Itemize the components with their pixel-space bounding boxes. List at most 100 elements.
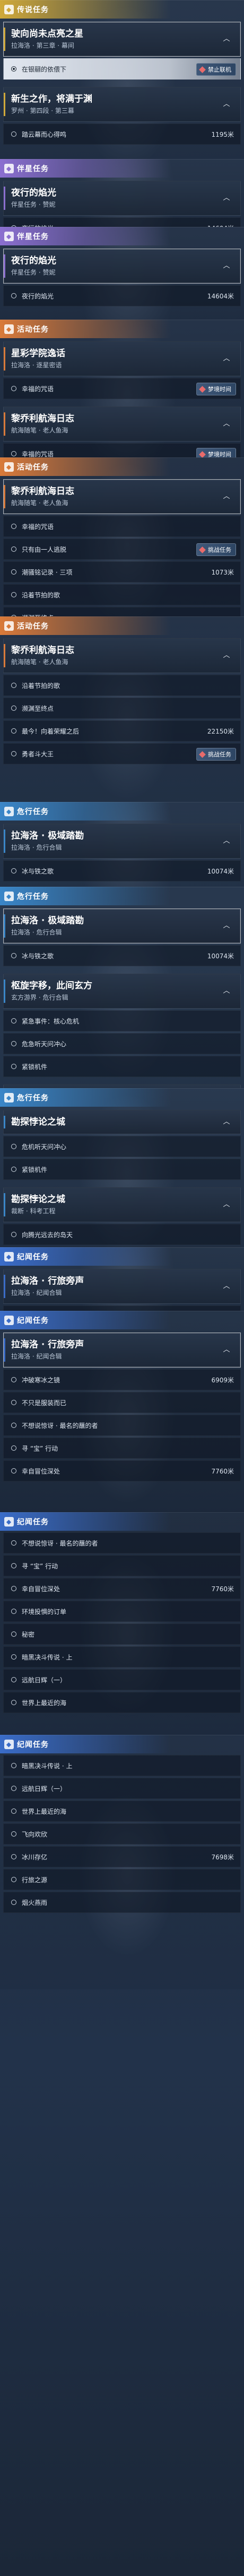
quest-step-row[interactable]: 幸福的咒语 梦境时间	[3, 443, 241, 457]
quest-card[interactable]: 驶向尚未点亮之星 拉海洛 · 第三章 · 幕间 ︿	[3, 22, 241, 57]
category-title: 活动任务	[17, 325, 49, 334]
step-radio-icon	[11, 66, 16, 72]
quest-step-row[interactable]: 幸福的咒语	[3, 516, 241, 537]
quest-step-row[interactable]: 夜行的焰光14604米	[3, 217, 241, 227]
quest-step-row[interactable]: 在银翮的依偎下 禁止联机	[3, 58, 241, 80]
category-header[interactable]: ◆ 纪闻任务	[0, 1311, 244, 1329]
category-header[interactable]: ◆ 活动任务	[0, 616, 244, 635]
tag-badge[interactable]: 挑战任务	[196, 748, 236, 761]
quest-card[interactable]: 拉海洛 · 行旅旁声 拉海洛 · 纪闻合辑 ︿	[3, 1333, 241, 1368]
chevron-up-icon[interactable]: ︿	[220, 98, 233, 111]
chevron-up-icon[interactable]: ︿	[220, 1280, 233, 1293]
quest-step-row[interactable]: 紧急事件：核心危机	[3, 1010, 241, 1031]
quest-card[interactable]: 新生之作，将满于渊 罗州 · 第四段 · 第三幕 ︿	[3, 87, 241, 122]
quest-step-row[interactable]: 幸自冒位深处 7760米	[3, 1578, 241, 1599]
step-radio-icon	[11, 1064, 16, 1069]
category-header[interactable]: ◆ 伴星任务	[0, 159, 244, 178]
quest-step-row[interactable]: 冰与铁之歌 10074米	[3, 860, 241, 881]
quest-step-row[interactable]: 只有由一人逃脱 挑战任务	[3, 539, 241, 560]
quest-step-row[interactable]: 向腾光远去的岛天	[3, 1224, 241, 1245]
quest-card[interactable]: 拉海洛 · 极域踏勘 拉海洛 · 危行合辑 ︿	[3, 824, 241, 859]
quest-title: 拉海洛 · 行旅旁声	[11, 1276, 84, 1286]
chevron-up-icon[interactable]: ︿	[220, 1344, 233, 1356]
quest-step-row[interactable]: 不只是服装而已	[3, 1392, 241, 1413]
quest-card[interactable]: 夜行的焰光 伴星任务 · 赞妮 ︿	[3, 249, 241, 284]
category-header[interactable]: ◆ 危行任务	[0, 1088, 244, 1107]
quest-title: 夜行的焰光	[11, 255, 56, 266]
category-header[interactable]: ◆ 纪闻任务	[0, 1512, 244, 1531]
tag-badge[interactable]: 禁止联机	[196, 63, 236, 76]
quest-step-row[interactable]: 紧锁机件	[3, 1056, 241, 1077]
category-header[interactable]: ◆ 伴星任务	[0, 227, 244, 245]
chevron-up-icon[interactable]: ︿	[220, 260, 233, 272]
quest-step-row[interactable]: 危机听天问冲心	[3, 1136, 241, 1157]
quest-step-row[interactable]: 夜行的焰光14604米	[3, 285, 241, 306]
quest-step-row[interactable]: 暗黑决斗传说 · 上	[3, 1755, 241, 1776]
tag-badge[interactable]: 梦境时间	[196, 383, 236, 395]
quest-step-row[interactable]: 濒渊至终点	[3, 698, 241, 719]
quest-card[interactable]: 夜行的焰光 伴星任务 · 赞妮 ︿	[3, 181, 241, 216]
quest-step-row[interactable]: 飞向欢欣	[3, 1823, 241, 1845]
quest-step-row[interactable]: 寻 “宝” 行动	[3, 1555, 241, 1576]
chevron-up-icon[interactable]: ︿	[220, 192, 233, 205]
quest-card[interactable]: 拉海洛 · 极域踏勘 拉海洛 · 危行合辑 ︿	[3, 908, 241, 943]
quest-step-row[interactable]: 行旅之源	[3, 1869, 241, 1890]
category-header[interactable]: ◆ 纪闻任务	[0, 1735, 244, 1753]
quest-step-row[interactable]: 沿着节拍的歌	[3, 675, 241, 696]
quest-step-row[interactable]: 踏云幕而心得鸣 1195米	[3, 123, 241, 145]
quest-card[interactable]: 黎乔利航海日志 航海随笔 · 老人鱼海 ︿	[3, 638, 241, 673]
category-header[interactable]: ◆ 危行任务	[0, 802, 244, 821]
quest-step-row[interactable]: 环境投惧的订单	[3, 1601, 241, 1622]
quest-step-row[interactable]: 勇者斗大王5795米挑战任务	[3, 743, 241, 764]
quest-step-row[interactable]: 世界上最近的海	[3, 1801, 241, 1822]
quest-step-row[interactable]: 不想说惊讶 · 最名的蘸的者	[3, 1532, 241, 1554]
quest-list-stack: ◆ 传说任务驶向尚未点亮之星 拉海洛 · 第三章 · 幕间 ︿ 在银翮的依偎下 禁止联机新…	[0, 0, 244, 1989]
category-header[interactable]: ◆ 活动任务	[0, 457, 244, 476]
chevron-up-icon[interactable]: ︿	[220, 33, 233, 46]
category-header[interactable]: ◆ 危行任务	[0, 887, 244, 905]
chevron-up-icon[interactable]: ︿	[220, 649, 233, 662]
quest-step-row[interactable]: 世界上最近的海	[3, 1692, 241, 1713]
quest-card[interactable]: 黎乔利航海日志 航海随笔 · 老人鱼海 ︿	[3, 479, 241, 514]
chevron-up-icon[interactable]: ︿	[220, 920, 233, 932]
tag-badge[interactable]: 挑战任务	[196, 543, 236, 556]
quest-card[interactable]: 拉海洛 · 行旅旁声 拉海洛 · 纪闻合辑 ︿	[3, 1269, 241, 1304]
quest-step-row[interactable]: 荣耀尽头的天空 · 守望之塔21197米	[3, 1305, 241, 1311]
chevron-up-icon[interactable]: ︿	[220, 352, 233, 365]
quest-step-row[interactable]: 寻 “宝” 行动	[3, 1437, 241, 1459]
category-header[interactable]: ◆ 纪闻任务	[0, 1247, 244, 1266]
quest-step-row[interactable]: 危急听天问冲心	[3, 1033, 241, 1054]
quest-step-row[interactable]: 幸自冒位深处 7760米	[3, 1460, 241, 1481]
chevron-up-icon[interactable]: ︿	[220, 985, 233, 998]
quest-step-row[interactable]: 最今！向着荣耀之后 22150米	[3, 720, 241, 742]
quest-step-row[interactable]: 濒渊至终点	[3, 607, 241, 616]
quest-step-row[interactable]: 远航日辉（一）	[3, 1669, 241, 1690]
chevron-up-icon[interactable]: ︿	[220, 835, 233, 848]
quest-step-row[interactable]: 沿着节拍的歌	[3, 584, 241, 605]
quest-step-row[interactable]: 远航日辉（一）	[3, 1778, 241, 1799]
step-radio-icon	[11, 1468, 16, 1474]
quest-card[interactable]: 勘探悖论之城 裁断 · 科考工程 ︿	[3, 1187, 241, 1222]
quest-step-row[interactable]: 秘密	[3, 1624, 241, 1645]
quest-card[interactable]: 勘探悖论之城︿	[3, 1110, 241, 1134]
chevron-up-icon[interactable]: ︿	[220, 490, 233, 503]
chevron-up-icon[interactable]: ︿	[220, 418, 233, 430]
quest-step-row[interactable]: 不想说惊讶 · 最名的蘸的者	[3, 1415, 241, 1436]
quest-step-row[interactable]: 潮骚铭记录 · 三项 1073米	[3, 561, 241, 583]
category-header[interactable]: ◆ 传说任务	[0, 0, 244, 19]
quest-card[interactable]: 枢旋字移，此间玄方 玄方游界 · 危行合辑 ︿	[3, 974, 241, 1009]
quest-card[interactable]: 星彩学院逸话 拉海洛 · 逐星密语 ︿	[3, 341, 241, 376]
quest-step-row[interactable]: 冲破寒冰之镜 6909米	[3, 1369, 241, 1390]
quest-step-row[interactable]: 冰川存亿 7698米	[3, 1846, 241, 1867]
quest-card[interactable]: 勘探悖论之城︿	[3, 1084, 241, 1088]
quest-step-row[interactable]: 冰与铁之歌 10074米	[3, 945, 241, 966]
quest-step-row[interactable]: 暗黑决斗传说 · 上	[3, 1646, 241, 1668]
category-header[interactable]: ◆ 活动任务	[0, 320, 244, 338]
quest-step-row[interactable]: 紧锁机件	[3, 1159, 241, 1180]
quest-step-row[interactable]: 烟火燕雨	[3, 1892, 241, 1913]
tag-badge[interactable]: 梦境时间	[196, 448, 236, 457]
quest-card[interactable]: 黎乔利航海日志 航海随笔 · 老人鱼海 ︿	[3, 407, 241, 442]
quest-step-row[interactable]: 幸福的咒语 梦境时间	[3, 378, 241, 399]
chevron-up-icon[interactable]: ︿	[220, 1116, 233, 1128]
chevron-up-icon[interactable]: ︿	[220, 1198, 233, 1211]
